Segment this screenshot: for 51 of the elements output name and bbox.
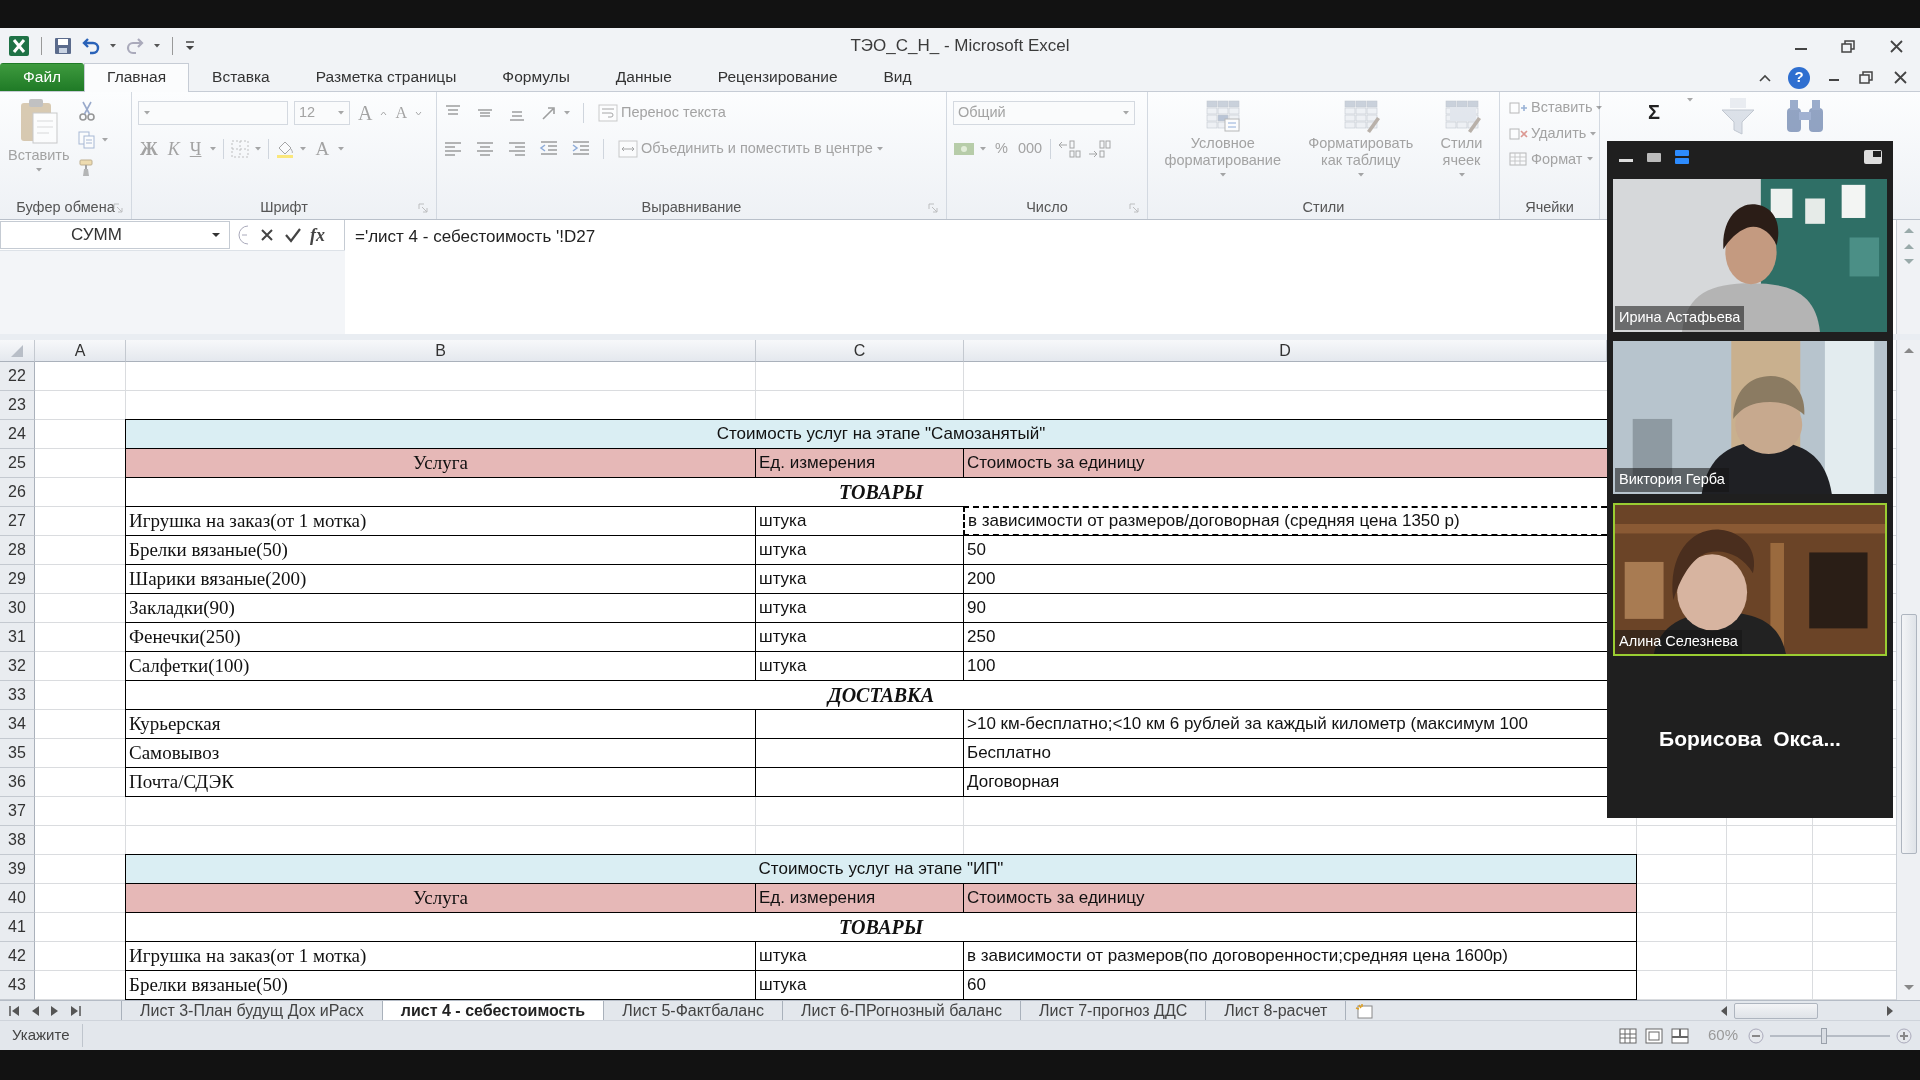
name-box[interactable]: СУММ [0,221,230,249]
group-label: Шрифт [260,198,308,218]
window-title: ТЭО_С_Н_ - Microsoft Excel [849,35,1071,58]
header-cell: Услуга [125,448,756,478]
row-header[interactable]: 26 [0,478,35,507]
header-cell: Ед. измерения [755,448,964,478]
participant-name: Борисова Окса... [1659,725,1841,752]
column-header[interactable]: A [35,340,126,362]
column-header[interactable]: B [126,340,756,362]
participant-name: Алина Селезнева [1615,630,1742,654]
row-header[interactable]: 25 [0,449,35,478]
group-label: Выравнивание [641,198,742,218]
row-header[interactable]: 39 [0,855,35,884]
table-cell: Почта/СДЭК [125,767,756,797]
sheet-tab[interactable]: лист 4 - себестоимость [381,1000,605,1021]
row-header[interactable]: 22 [0,362,35,391]
header-cell: Ед. измерения [755,883,964,913]
row-header[interactable]: 36 [0,768,35,797]
row-header[interactable]: 38 [0,826,35,855]
insert-function-button[interactable]: fx [310,221,325,249]
status-mode: Укажите [0,1024,83,1047]
participant-name: Ирина Астафьева [1615,306,1745,330]
row-header[interactable]: 41 [0,913,35,942]
row-header[interactable]: 40 [0,884,35,913]
row-header[interactable]: 30 [0,594,35,623]
formula-field[interactable]: ='лист 4 - себестоимость '!D27 [345,220,1607,334]
column-header[interactable]: D [964,340,1607,362]
header-cell: Услуга [125,883,756,913]
row-header[interactable]: 31 [0,623,35,652]
row-header[interactable]: 42 [0,942,35,971]
group-label: Стили [1302,198,1345,218]
header-cell: Стоимость за единицу [963,883,1637,913]
group-label: Ячейки [1525,198,1574,218]
row-header[interactable]: 24 [0,420,35,449]
row-header[interactable]: 33 [0,681,35,710]
row-header[interactable]: 29 [0,565,35,594]
table-title: Стоимость услуг на этапе "ИП" [125,854,1637,884]
group-label: Буфер обмена [16,198,115,218]
column-header[interactable]: C [756,340,964,362]
row-header[interactable]: 32 [0,652,35,681]
table-cell: Брелки вязаные(50) [125,970,756,1000]
table-cell: 60 [963,970,1637,1000]
section-heading: ТОВАРЫ [125,912,1637,942]
row-header[interactable]: 37 [0,797,35,826]
row-header[interactable]: 28 [0,536,35,565]
row-header[interactable]: 27 [0,507,35,536]
group-label: Число [1026,198,1068,218]
row-header[interactable]: 34 [0,710,35,739]
row-header[interactable]: 43 [0,971,35,1000]
row-header[interactable]: 23 [0,391,35,420]
row-header[interactable]: 35 [0,739,35,768]
